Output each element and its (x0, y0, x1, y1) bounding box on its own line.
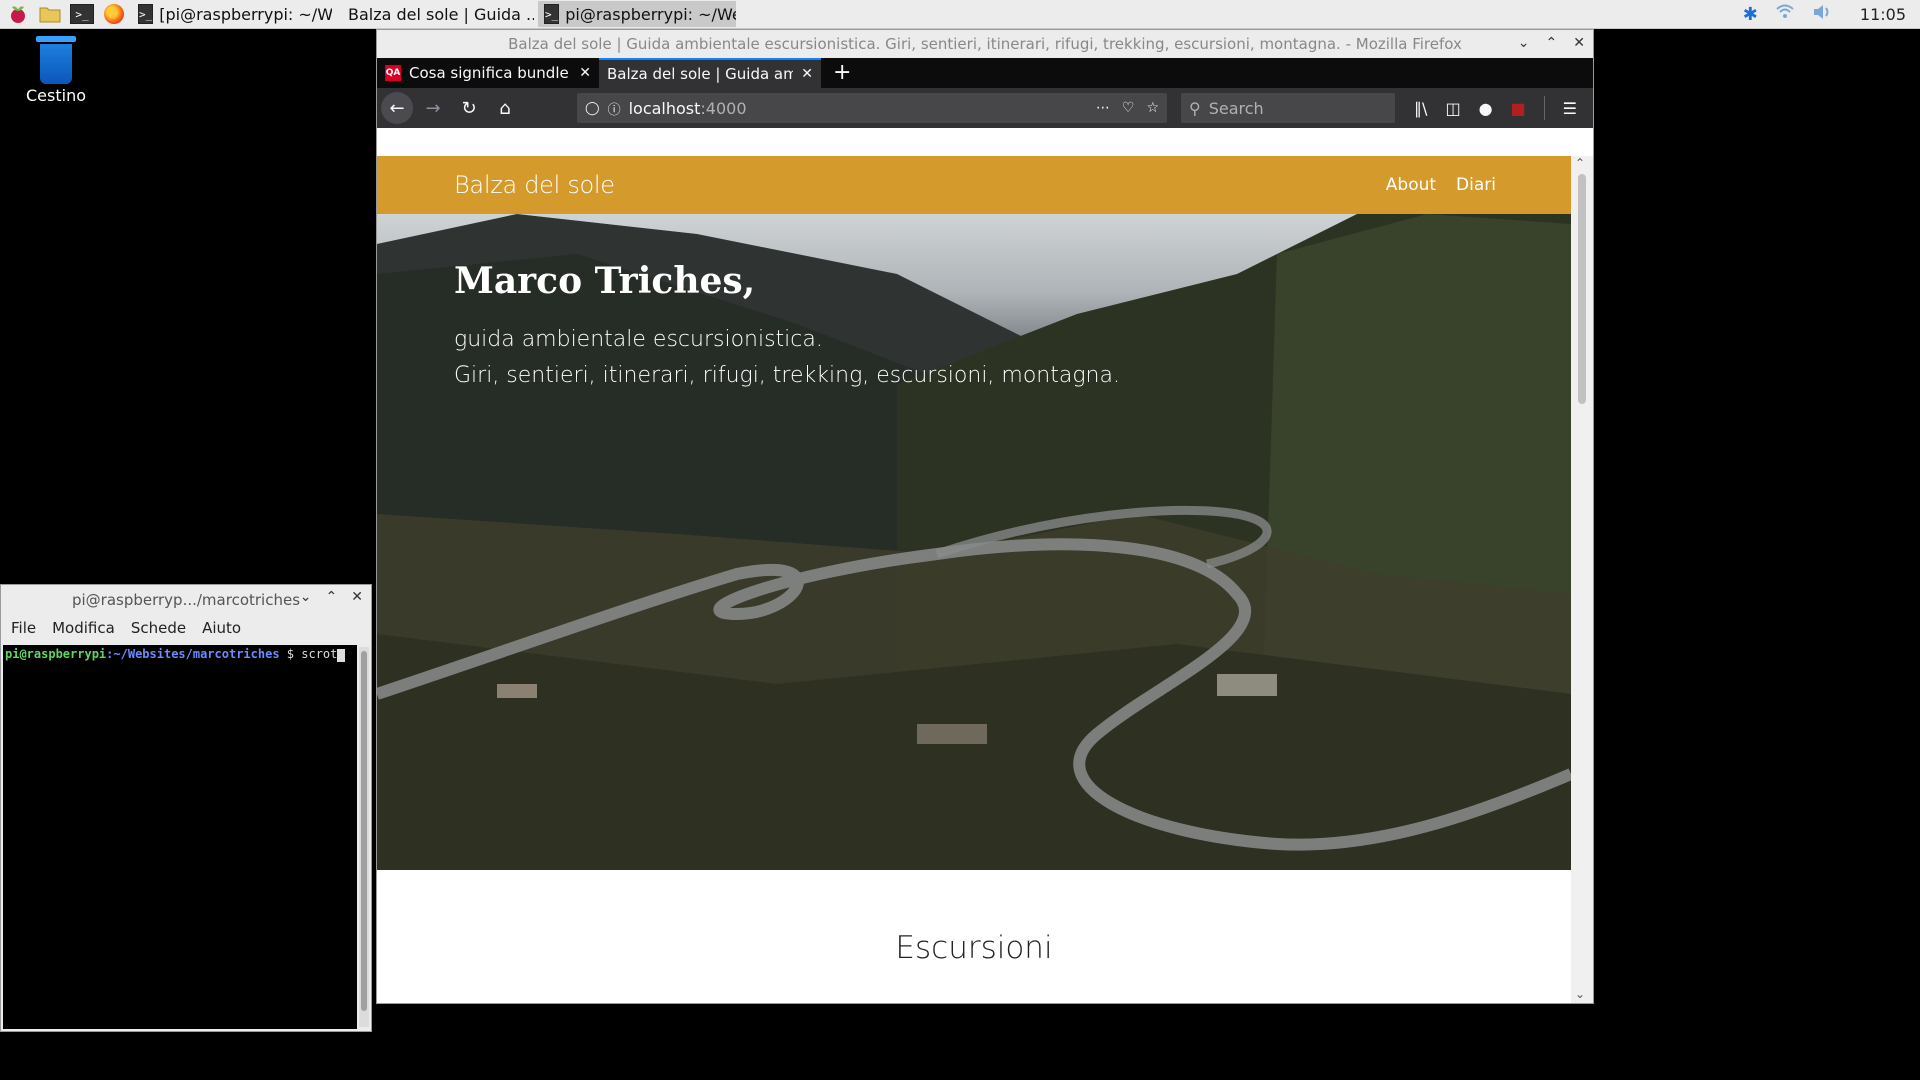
maximize-icon[interactable]: ⌃ (1546, 35, 1558, 51)
hero-text: Marco Triches, guida ambientale escursio… (454, 260, 1120, 394)
command-text: scrot (301, 647, 338, 661)
page-actions-icon[interactable]: ⋯ (1096, 100, 1110, 116)
url-bar[interactable]: ◯ ⓘ localhost:4000 ⋯ ♡ ☆ (577, 93, 1167, 123)
task-label: [pi@raspberrypi: ~/We... (159, 4, 332, 24)
bluetooth-icon[interactable]: ✱ (1743, 4, 1758, 25)
prompt-path: ~/Websites/marcotriches (113, 647, 280, 661)
account-icon[interactable]: ● (1479, 99, 1493, 118)
pocket-icon[interactable]: ♡ (1122, 100, 1135, 116)
site-navbar: Balza del sole About Diari (377, 156, 1571, 214)
trash-desktop-icon[interactable]: Cestino (20, 36, 92, 105)
site-brand-link[interactable]: Balza del sole (454, 171, 615, 199)
volume-icon[interactable] (1812, 4, 1832, 24)
tab-balza[interactable]: Balza del sole | Guida amb ✕ (599, 58, 821, 88)
back-button[interactable]: ← (381, 92, 413, 124)
extension-icon[interactable]: ■ (1511, 99, 1526, 118)
task-terminal-2[interactable]: >_ pi@raspberrypi: ~/We... (538, 1, 736, 27)
qa-favicon-icon: QA (385, 65, 401, 81)
navigation-toolbar: ← → ↻ ⌂ ◯ ⓘ localhost:4000 ⋯ ♡ ☆ ⚲ Searc… (377, 88, 1593, 128)
url-port: :4000 (700, 98, 747, 118)
forward-button[interactable]: → (417, 92, 449, 124)
tab-strip: QA Cosa significa bundle e ✕ Balza del s… (377, 58, 1593, 88)
search-placeholder: Search (1208, 98, 1264, 118)
terminal-scrollbar[interactable] (359, 647, 369, 1027)
trash-icon (34, 36, 78, 86)
shield-icon[interactable]: ◯ (585, 101, 600, 116)
tab-close-icon[interactable]: ✕ (579, 65, 591, 81)
close-icon[interactable]: ✕ (1573, 35, 1585, 51)
tab-label: Cosa significa bundle e (409, 64, 572, 82)
hero-subtitle-line1: guida ambientale escursionistica. (454, 327, 823, 352)
scroll-thumb[interactable] (1578, 174, 1586, 404)
scroll-down-icon[interactable]: ⌄ (1575, 987, 1585, 1001)
scroll-up-icon[interactable]: ⌃ (1575, 156, 1585, 170)
firefox-window[interactable]: Balza del sole | Guida ambientale escurs… (376, 29, 1594, 1004)
page-viewport[interactable]: Balza del sole About Diari Marco Triches… (377, 156, 1593, 1003)
taskbar: >_ >_ [pi@raspberrypi: ~/We... Balza del… (0, 0, 1920, 29)
search-icon: ⚲ (1189, 98, 1201, 118)
search-input[interactable]: ⚲ Search (1181, 93, 1395, 123)
sidebar-icon[interactable]: ◫ (1445, 99, 1460, 118)
menu-file[interactable]: File (11, 619, 36, 637)
wifi-icon[interactable] (1776, 4, 1794, 24)
task-label: Balza del sole | Guida ... (348, 4, 534, 24)
firefox-titlebar[interactable]: Balza del sole | Guida ambientale escurs… (377, 30, 1593, 58)
reload-button[interactable]: ↻ (453, 92, 485, 124)
minimize-icon[interactable]: ⌄ (1518, 35, 1530, 51)
task-terminal-1[interactable]: >_ [pi@raspberrypi: ~/We... (132, 1, 332, 27)
toolbar-right: ∥\ ◫ ● ■ ☰ (1414, 96, 1589, 120)
terminal-launcher-icon[interactable]: >_ (68, 0, 96, 28)
hamburger-menu-icon[interactable]: ☰ (1563, 99, 1577, 118)
nav-link-diari[interactable]: Diari (1456, 175, 1496, 195)
terminal-screen[interactable]: pi@raspberrypi:~/Websites/marcotriches $… (3, 645, 357, 1029)
system-tray: ✱ 11:05 (1743, 0, 1920, 28)
terminal-icon: >_ (544, 4, 560, 24)
trash-label: Cestino (26, 86, 86, 105)
browser-launcher-icon[interactable] (100, 0, 128, 28)
hero-subtitle-line2: Giri, sentieri, itinerari, rifugi, trekk… (454, 363, 1120, 388)
page-scrollbar[interactable]: ⌃ ⌄ (1571, 156, 1593, 1003)
info-icon[interactable]: ⓘ (608, 99, 621, 118)
terminal-window[interactable]: pi@raspberryp.../marcotriches ⌄ ⌃ ✕ File… (0, 584, 372, 1032)
new-tab-icon[interactable]: + (821, 58, 863, 88)
task-firefox[interactable]: Balza del sole | Guida ... (336, 1, 534, 27)
clock[interactable]: 11:05 (1860, 5, 1906, 24)
url-host: localhost (628, 98, 701, 118)
terminal-menubar: File Modifica Schede Aiuto (1, 615, 371, 641)
home-button[interactable]: ⌂ (489, 92, 521, 124)
task-label: pi@raspberrypi: ~/We... (565, 4, 736, 24)
window-title: Balza del sole | Guida ambientale escurs… (508, 35, 1462, 53)
minimize-icon[interactable]: ⌄ (300, 589, 312, 605)
terminal-titlebar[interactable]: pi@raspberryp.../marcotriches ⌄ ⌃ ✕ (1, 585, 371, 615)
menu-aiuto[interactable]: Aiuto (202, 619, 241, 637)
prompt-symbol: $ (279, 647, 302, 661)
menu-schede[interactable]: Schede (131, 619, 186, 637)
hero-banner: Marco Triches, guida ambientale escursio… (377, 214, 1571, 870)
menu-modifica[interactable]: Modifica (52, 619, 115, 637)
section-title: Escursioni (895, 930, 1053, 966)
terminal-icon: >_ (138, 4, 154, 24)
hero-title: Marco Triches, (454, 260, 756, 302)
prompt-user: pi@raspberrypi (5, 647, 107, 661)
tab-qa[interactable]: QA Cosa significa bundle e ✕ (377, 58, 599, 88)
tab-label: Balza del sole | Guida amb (607, 65, 794, 83)
terminal-title: pi@raspberryp.../marcotriches (71, 591, 301, 609)
raspberry-menu-icon[interactable] (4, 0, 32, 28)
nav-link-about[interactable]: About (1386, 175, 1436, 195)
text-cursor (337, 649, 346, 662)
file-manager-icon[interactable] (36, 0, 64, 28)
bookmark-star-icon[interactable]: ☆ (1146, 100, 1159, 116)
tab-close-icon[interactable]: ✕ (801, 66, 813, 82)
close-icon[interactable]: ✕ (351, 589, 363, 605)
site-nav-links: About Diari (1386, 175, 1496, 195)
maximize-icon[interactable]: ⌃ (326, 589, 338, 605)
library-icon[interactable]: ∥\ (1414, 99, 1427, 118)
